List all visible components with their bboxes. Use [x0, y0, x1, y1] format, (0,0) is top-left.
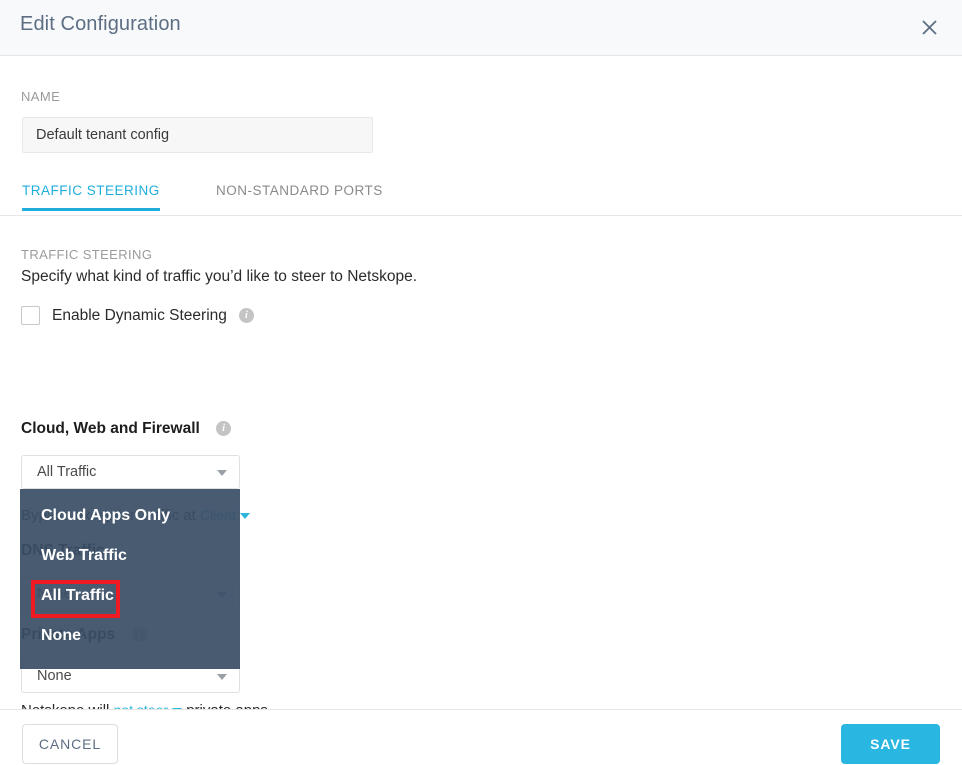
dropdown-option-none[interactable]: None [41, 627, 81, 645]
save-button[interactable]: SAVE [841, 724, 940, 764]
dialog-header: Edit Configuration [0, 0, 962, 56]
chevron-down-icon [217, 470, 227, 476]
close-icon[interactable] [914, 12, 944, 42]
dialog-footer: CANCEL SAVE [0, 709, 962, 765]
dropdown-option-web-traffic[interactable]: Web Traffic [41, 547, 127, 565]
dropdown-option-cloud-apps-only[interactable]: Cloud Apps Only [41, 507, 170, 525]
private-apps-selected-value: None [37, 668, 72, 684]
cloud-web-firewall-label: Cloud, Web and Firewall [21, 420, 200, 437]
name-input[interactable] [22, 117, 373, 153]
edit-configuration-dialog: Edit Configuration NAME TRAFFIC STEERING… [0, 0, 962, 765]
cloud-web-firewall-select[interactable]: All Traffic [21, 455, 240, 489]
dropdown-option-all-traffic[interactable]: All Traffic [41, 587, 114, 605]
tab-bar: TRAFFIC STEERING NON-STANDARD PORTS [0, 183, 962, 216]
info-icon[interactable]: i [216, 421, 232, 437]
dialog-title: Edit Configuration [20, 13, 181, 35]
name-label: NAME [21, 89, 61, 104]
tab-non-standard-ports[interactable]: NON-STANDARD PORTS [216, 183, 383, 208]
cloud-web-firewall-dropdown-menu: Cloud Apps Only Web Traffic All Traffic … [20, 489, 240, 669]
chevron-down-icon [217, 674, 227, 680]
info-icon[interactable]: i [238, 308, 254, 323]
tab-traffic-steering[interactable]: TRAFFIC STEERING [22, 183, 160, 211]
section-label: TRAFFIC STEERING [21, 247, 153, 262]
enable-dynamic-steering-row: Enable Dynamic Steering i [21, 306, 254, 325]
dialog-body: NAME TRAFFIC STEERING NON-STANDARD PORTS… [0, 56, 962, 740]
section-description: Specify what kind of traffic you’d like … [21, 268, 418, 285]
cloud-web-firewall-title: Cloud, Web and Firewall i [21, 420, 232, 438]
chevron-down-icon [239, 513, 250, 520]
cancel-button[interactable]: CANCEL [22, 724, 118, 764]
cloud-web-firewall-selected-value: All Traffic [37, 464, 97, 480]
enable-dynamic-steering-checkbox[interactable] [21, 306, 40, 325]
enable-dynamic-steering-label: Enable Dynamic Steering [52, 306, 227, 324]
